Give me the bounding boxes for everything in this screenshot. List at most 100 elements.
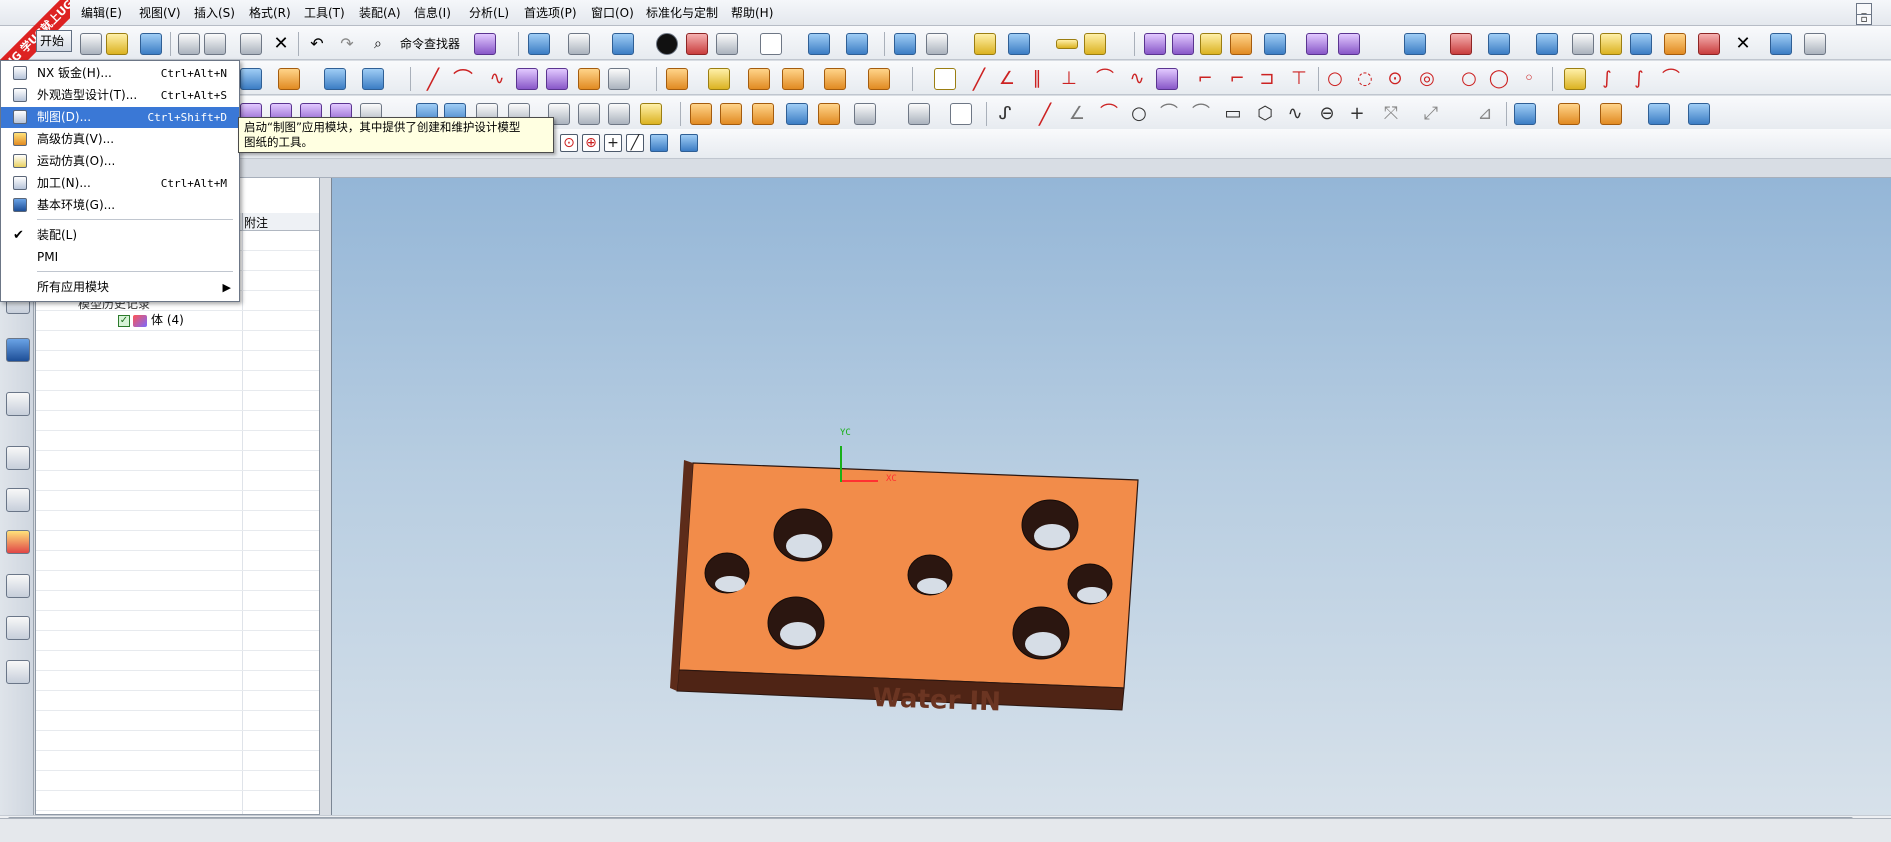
sketch-fillet-icon[interactable]: ⌒	[1158, 103, 1180, 125]
menu-help[interactable]: 帮助(H)	[728, 4, 776, 22]
intersect-icon[interactable]	[1688, 103, 1710, 125]
menu-item-assemblies[interactable]: ✔ 装配(L)	[1, 225, 239, 246]
deviation-icon[interactable]	[1264, 33, 1286, 55]
reflection-icon[interactable]	[1200, 33, 1222, 55]
snap-body-icon[interactable]	[680, 134, 698, 152]
circle-tangent-icon[interactable]: ◌	[1354, 68, 1376, 90]
circle-radius-icon[interactable]: ◎	[1416, 68, 1438, 90]
extract-geometry-icon[interactable]	[1558, 103, 1580, 125]
draft-analysis-icon[interactable]	[1230, 33, 1252, 55]
snap-center-icon[interactable]: ⊙	[560, 134, 578, 152]
pocket-icon[interactable]	[868, 68, 890, 90]
orient-view-icon[interactable]	[568, 33, 590, 55]
explode-icon[interactable]	[1630, 33, 1652, 55]
extend-icon[interactable]: ⊐	[1256, 68, 1278, 90]
delete-icon[interactable]: ✕	[270, 33, 292, 55]
section-curve-icon[interactable]	[608, 68, 630, 90]
sketch-icon[interactable]	[240, 68, 262, 90]
layer-settings-icon[interactable]	[894, 33, 916, 55]
chamfer-icon[interactable]: ⌐	[1226, 68, 1248, 90]
menu-item-manufacturing[interactable]: 加工(N)... Ctrl+Alt+M	[1, 173, 239, 194]
unite-icon[interactable]	[1600, 103, 1622, 125]
sketch-circle-icon[interactable]: ○	[1128, 103, 1150, 125]
cut-icon[interactable]	[178, 33, 200, 55]
part-model[interactable]: Water IN	[332, 178, 1891, 815]
measure-distance-icon[interactable]	[1056, 39, 1078, 49]
undo-icon[interactable]: ↶	[306, 33, 328, 55]
fillet-curve-icon[interactable]: ∿	[1126, 68, 1148, 90]
open-file-icon[interactable]	[106, 33, 128, 55]
corner-icon[interactable]: ⌐	[1194, 68, 1216, 90]
hole-icon[interactable]	[782, 68, 804, 90]
snap-face-icon[interactable]	[650, 134, 668, 152]
save-icon[interactable]	[140, 33, 162, 55]
perpendicular-icon[interactable]: ⊥	[1058, 68, 1080, 90]
menu-item-shape-studio[interactable]: 外观造型设计(T)... Ctrl+Alt+S	[1, 85, 239, 106]
trim-icon[interactable]: ⌒	[1094, 68, 1116, 90]
polygon-icon[interactable]: ⬡	[1254, 103, 1276, 125]
draft-icon[interactable]	[786, 103, 808, 125]
sketch-angle-icon[interactable]: ∠	[1066, 103, 1088, 125]
shell-icon[interactable]	[752, 103, 774, 125]
circle-3pt-icon[interactable]: ⊙	[1384, 68, 1406, 90]
pattern-icon[interactable]	[854, 103, 876, 125]
mirror-icon[interactable]	[908, 103, 930, 125]
web-browser-icon[interactable]	[6, 392, 30, 416]
extrude-icon[interactable]	[278, 68, 300, 90]
quick-extend-icon[interactable]: ⤢	[1420, 103, 1442, 125]
snap-view-icon[interactable]	[846, 33, 868, 55]
line-icon[interactable]: ╱	[422, 68, 444, 90]
menu-preferences[interactable]: 首选项(P)	[521, 4, 580, 22]
menu-edit[interactable]: 编辑(E)	[78, 4, 125, 22]
render-style-icon[interactable]	[656, 33, 678, 55]
menu-standardization[interactable]: 标准化与定制	[643, 4, 721, 22]
chamfer-feature-icon[interactable]	[720, 103, 742, 125]
menu-item-motion-simulation[interactable]: 运动仿真(O)...	[1, 151, 239, 172]
background-icon[interactable]	[716, 33, 738, 55]
mass-properties-icon[interactable]	[1404, 33, 1426, 55]
interference-icon[interactable]	[1450, 33, 1472, 55]
info-icon[interactable]	[6, 338, 30, 362]
menu-item-advanced-simulation[interactable]: 高级仿真(V)...	[1, 129, 239, 150]
menu-format[interactable]: 格式(R)	[246, 4, 294, 22]
measure-angle-icon[interactable]	[1084, 33, 1106, 55]
sequence-icon[interactable]	[1664, 33, 1686, 55]
redo-icon[interactable]: ↷	[336, 33, 358, 55]
trim-body-icon[interactable]	[818, 103, 840, 125]
menu-item-all-applications[interactable]: 所有应用模块 ▶	[1, 277, 239, 298]
start-button[interactable]: 开始	[36, 30, 72, 52]
show-hide-icon[interactable]	[974, 33, 996, 55]
edge-display-icon[interactable]	[686, 33, 708, 55]
column-header-notes[interactable]: 附注	[244, 214, 268, 231]
rectangle-icon[interactable]: ▭	[1222, 103, 1244, 125]
menu-item-sheet-metal[interactable]: NX 钣金(H)... Ctrl+Alt+N	[1, 63, 239, 84]
clone-icon[interactable]	[1698, 33, 1720, 55]
patch-icon[interactable]	[608, 103, 630, 125]
select-filter-icon[interactable]	[474, 33, 496, 55]
sketch-line-icon[interactable]: ╱	[1034, 103, 1056, 125]
sew-icon[interactable]	[578, 103, 600, 125]
roles-users-icon[interactable]	[6, 616, 30, 640]
block-icon[interactable]	[666, 68, 688, 90]
sketch-ellipse-icon[interactable]: ⊖	[1316, 103, 1338, 125]
move-object-icon[interactable]	[934, 68, 956, 90]
paste-icon[interactable]	[240, 33, 262, 55]
helix-icon[interactable]	[1564, 68, 1586, 90]
intersect-curve-icon[interactable]	[578, 68, 600, 90]
curvature-icon[interactable]	[1172, 33, 1194, 55]
curve-line-icon[interactable]: ╱	[968, 68, 990, 90]
menu-analysis[interactable]: 分析(L)	[466, 4, 512, 22]
menu-window[interactable]: 窗口(O)	[588, 4, 637, 22]
grid-icon[interactable]	[1156, 68, 1178, 90]
customize-icon[interactable]	[1770, 33, 1792, 55]
parabola-icon[interactable]: ◦	[1518, 68, 1540, 90]
layer-view-icon[interactable]	[760, 33, 782, 55]
surface-analysis-icon[interactable]	[1144, 33, 1166, 55]
move-layer-icon[interactable]	[926, 33, 948, 55]
graphics-window[interactable]: Water IN YC XC	[331, 178, 1891, 815]
offset-face-curve-icon[interactable]: ⌒	[1660, 68, 1682, 90]
section-icon[interactable]	[1306, 33, 1328, 55]
process-studio-icon[interactable]	[6, 574, 30, 598]
cylinder-icon[interactable]	[708, 68, 730, 90]
ellipse-icon[interactable]: ○	[1458, 68, 1480, 90]
